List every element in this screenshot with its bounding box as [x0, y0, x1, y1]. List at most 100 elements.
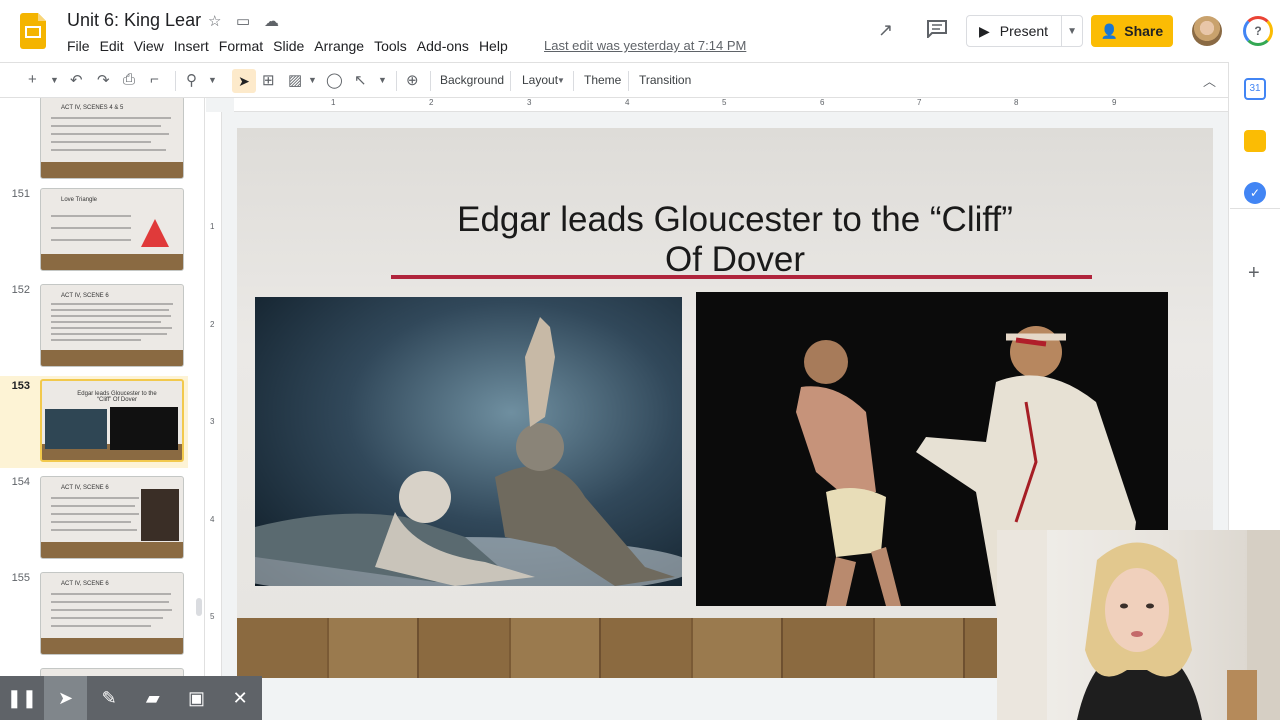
new-slide-chevron-icon[interactable]: ▼ [50, 75, 59, 85]
layout-chevron-icon[interactable]: ▼ [557, 76, 565, 85]
theme-button[interactable]: Theme [584, 73, 621, 87]
menu-arrange[interactable]: Arrange [309, 38, 369, 54]
slide-thumbnail-152[interactable]: ACT IV, SCENE 6 [40, 284, 184, 367]
close-icon[interactable]: ✕ [218, 676, 262, 720]
document-title[interactable]: Unit 6: King Lear [67, 10, 201, 31]
add-comment-icon[interactable]: ⊕ [406, 71, 419, 89]
slide-thumbnail-154[interactable]: ACT IV, SCENE 6 [40, 476, 184, 559]
thumbnail-text-line [51, 321, 161, 323]
slide-title-line2: Of Dover [664, 240, 806, 279]
toolbar-divider [628, 71, 629, 91]
activity-dashboard-icon[interactable]: ↗ [878, 20, 893, 41]
ruler-tick: 4 [625, 98, 630, 107]
zoom-icon[interactable]: ⚲ [186, 71, 197, 89]
pause-icon[interactable]: ❚❚ [0, 676, 44, 720]
thumbnail-text-line [51, 529, 137, 531]
move-folder-icon[interactable]: ▭ [236, 12, 250, 30]
redo-icon[interactable]: ↷ [97, 71, 110, 89]
camera-icon[interactable]: ▣ [175, 676, 219, 720]
zoom-chevron-icon[interactable]: ▼ [208, 75, 217, 85]
thumbnail-text-line [51, 625, 151, 627]
thumbnail-text-line [51, 513, 139, 515]
slide-thumbnail-155[interactable]: ACT IV, SCENE 6 [40, 572, 184, 655]
toolbar-divider [175, 71, 176, 91]
comment-history-icon[interactable] [926, 20, 948, 38]
collapse-menus-icon[interactable]: ︿ [1203, 71, 1216, 90]
present-button-group: ▶ Present ▼ [966, 15, 1083, 47]
shape-icon[interactable]: ◯ [326, 71, 343, 89]
slide-photo-lear-gloucester[interactable] [255, 297, 682, 586]
layout-button[interactable]: Layout [522, 73, 558, 87]
pen-icon[interactable]: ✎ [87, 676, 131, 720]
menu-tools[interactable]: Tools [369, 38, 412, 54]
menu-file[interactable]: File [62, 38, 95, 54]
menu-edit[interactable]: Edit [95, 38, 129, 54]
slide-number: 155 [11, 572, 30, 584]
undo-icon[interactable]: ↶ [70, 71, 83, 89]
slide-thumbnail-151[interactable]: Love Triangle [40, 188, 184, 271]
present-button[interactable]: ▶ Present [967, 16, 1063, 46]
toolbar-divider [573, 71, 574, 91]
presenter-video-illustration [997, 530, 1280, 720]
side-panel-divider [1230, 208, 1280, 209]
print-icon[interactable]: ⎙ [123, 71, 135, 88]
user-avatar[interactable] [1192, 16, 1222, 46]
background-button[interactable]: Background [440, 73, 504, 87]
share-label: Share [1124, 23, 1164, 39]
ruler-tick: 3 [210, 417, 215, 426]
menu-insert[interactable]: Insert [169, 38, 214, 54]
share-button[interactable]: 👤 Share [1091, 15, 1173, 47]
line-chevron-icon[interactable]: ▼ [378, 75, 387, 85]
highlighter-icon[interactable]: ▰ [131, 676, 175, 720]
ruler-tick: 2 [210, 320, 215, 329]
select-cursor-icon[interactable]: ➤ [232, 69, 256, 93]
filmstrip-scrollbar[interactable] [196, 598, 202, 616]
speaker-notes-area[interactable] [262, 700, 962, 720]
tasks-icon[interactable]: ✓ [1244, 182, 1266, 204]
pointer-icon[interactable]: ➤ [43, 676, 88, 720]
last-edit-link[interactable]: Last edit was yesterday at 7:14 PM [544, 38, 746, 53]
ruler-tick: 1 [331, 98, 336, 107]
paint-format-icon[interactable]: ⌐ [150, 71, 159, 88]
thumbnail-text-line [51, 521, 131, 523]
menu-help[interactable]: Help [474, 38, 513, 54]
line-icon[interactable]: ↖ [354, 71, 367, 89]
ruler-tick: 3 [527, 98, 532, 107]
text-box-icon[interactable]: ⊞ [262, 71, 275, 89]
menu-addons[interactable]: Add-ons [412, 38, 474, 54]
thumbnail-photo [110, 407, 178, 450]
present-options-chevron-icon[interactable]: ▼ [1062, 26, 1082, 37]
menu-slide[interactable]: Slide [268, 38, 309, 54]
thumbnail-text-line [51, 149, 166, 151]
slide-thumbnail-150[interactable]: ACT IV, SCENES 4 & 5 [40, 98, 184, 179]
image-chevron-icon[interactable]: ▼ [308, 75, 317, 85]
thumbnail-text-line [51, 125, 161, 127]
thumbnail-triangle [141, 219, 169, 247]
calendar-icon[interactable]: 31 [1244, 78, 1266, 100]
ruler-tick: 5 [722, 98, 727, 107]
cloud-saved-icon: ☁ [264, 13, 279, 30]
ruler-tick: 2 [429, 98, 434, 107]
transition-button[interactable]: Transition [639, 73, 691, 87]
google-account-icon[interactable]: ? [1243, 16, 1273, 46]
image-icon[interactable]: ▨ [288, 71, 302, 89]
thumbnail-text-line [51, 227, 131, 229]
new-slide-icon[interactable]: + [28, 71, 37, 88]
star-icon[interactable]: ☆ [208, 12, 221, 30]
slides-logo-icon[interactable] [20, 13, 46, 49]
thumbnail-text-line [51, 315, 171, 317]
thumbnail-text-line [51, 303, 173, 305]
menu-format[interactable]: Format [214, 38, 268, 54]
ruler-tick: 5 [210, 612, 215, 621]
slide-thumbnail-153[interactable]: Edgar leads Gloucester to the “Cliff” Of… [40, 379, 184, 462]
thumbnail-title: ACT IV, SCENE 6 [61, 293, 109, 299]
keep-icon[interactable] [1244, 130, 1266, 152]
ruler-tick: 1 [210, 222, 215, 231]
menu-view[interactable]: View [129, 38, 169, 54]
thumbnail-text-line [51, 609, 172, 611]
slide-title[interactable]: Edgar leads Gloucester to the “Cliff” Of… [280, 200, 1190, 280]
slide-title-line1: Edgar leads Gloucester to the “Cliff” [457, 200, 1013, 239]
get-addons-icon[interactable]: + [1248, 262, 1260, 285]
ruler-tick: 9 [1112, 98, 1117, 107]
thumbnail-text-line [51, 117, 171, 119]
